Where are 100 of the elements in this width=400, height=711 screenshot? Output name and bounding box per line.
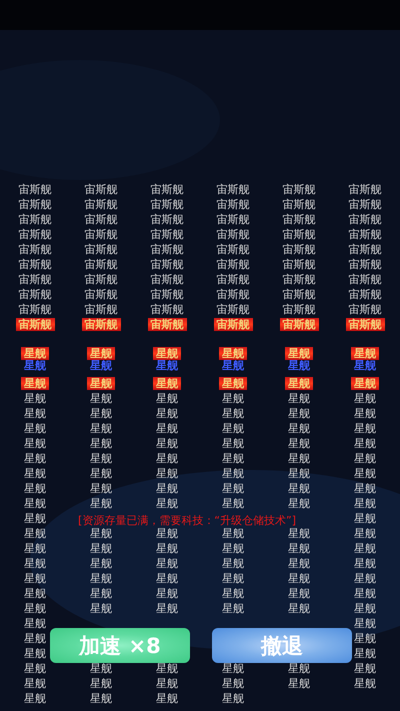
ship-label: 宙斯舰: [348, 288, 382, 301]
ship-label: 星舰: [354, 542, 376, 555]
ship-label: 星舰: [90, 527, 112, 540]
ship-label: 宙斯舰: [150, 228, 184, 241]
ship-label: 星舰: [354, 482, 376, 495]
ship-label: 宙斯舰: [280, 318, 318, 331]
ship-label: 宙斯舰: [84, 258, 118, 271]
ship-label: 星舰: [24, 527, 46, 540]
ship-label: 宙斯舰: [150, 258, 184, 271]
ship-label: 宙斯舰: [84, 183, 118, 196]
ship-label: 星舰: [222, 359, 244, 372]
ship-label: 星舰: [24, 437, 46, 450]
ship-label: 星舰: [156, 407, 178, 420]
ship-label: 星舰: [156, 587, 178, 600]
ship-label: 宙斯舰: [348, 258, 382, 271]
ship-label: 星舰: [288, 437, 310, 450]
ship-label: 星舰: [222, 497, 244, 510]
ship-label: 星舰: [24, 632, 46, 645]
ship-label: 宙斯舰: [348, 198, 382, 211]
ship-label: 宙斯舰: [216, 258, 250, 271]
ship-label: 宙斯舰: [84, 273, 118, 286]
ship-label: 星舰: [90, 602, 112, 615]
ship-label: 宙斯舰: [346, 318, 384, 331]
ship-label: 星舰: [288, 587, 310, 600]
ship-label: 宙斯舰: [282, 288, 316, 301]
ship-label: 星舰: [354, 647, 376, 660]
ship-label: 星舰: [285, 347, 313, 360]
ship-label: 星舰: [222, 602, 244, 615]
ship-label: 星舰: [90, 662, 112, 675]
ship-label: 星舰: [156, 677, 178, 690]
ship-label: 宙斯舰: [216, 303, 250, 316]
ship-label: 星舰: [156, 497, 178, 510]
ship-label: 星舰: [90, 392, 112, 405]
ship-label: 星舰: [90, 677, 112, 690]
ship-label: 星舰: [354, 422, 376, 435]
ship-label: 星舰: [354, 662, 376, 675]
ship-label: 宙斯舰: [216, 243, 250, 256]
ship-label: 星舰: [222, 482, 244, 495]
ship-label: 星舰: [354, 467, 376, 480]
ship-label: 宙斯舰: [18, 258, 52, 271]
ship-label: 星舰: [354, 452, 376, 465]
ship-label: 星舰: [90, 359, 112, 372]
ship-label: 星舰: [288, 572, 310, 585]
ship-label: 星舰: [288, 392, 310, 405]
ship-label: 宙斯舰: [150, 213, 184, 226]
ship-label: 宙斯舰: [84, 303, 118, 316]
ship-label: 宙斯舰: [84, 243, 118, 256]
ship-label: 星舰: [222, 557, 244, 570]
ship-label: 星舰: [222, 452, 244, 465]
ship-label: 星舰: [288, 497, 310, 510]
ship-label: 星舰: [354, 437, 376, 450]
ship-label: 星舰: [222, 392, 244, 405]
speed-up-button[interactable]: 加速 ×8: [50, 628, 190, 663]
ship-label: 宙斯舰: [348, 273, 382, 286]
ship-label: 星舰: [222, 587, 244, 600]
ship-label: 星舰: [24, 467, 46, 480]
ship-label: 星舰: [156, 467, 178, 480]
ship-label: 星舰: [354, 602, 376, 615]
ship-label: 星舰: [90, 587, 112, 600]
ship-label: 星舰: [24, 677, 46, 690]
ship-label: 星舰: [156, 662, 178, 675]
ship-label: 宙斯舰: [150, 198, 184, 211]
ship-label: 宙斯舰: [348, 228, 382, 241]
ship-label: 星舰: [219, 347, 247, 360]
ship-label: 星舰: [222, 662, 244, 675]
ship-label: 星舰: [156, 359, 178, 372]
ship-label: 星舰: [87, 347, 115, 360]
ship-label: 星舰: [354, 497, 376, 510]
ship-label: 星舰: [24, 602, 46, 615]
ship-label: 星舰: [354, 572, 376, 585]
ship-label: 宙斯舰: [216, 228, 250, 241]
status-message: [资源存量已满，需要科技：“升级仓储技术”]: [78, 514, 296, 527]
ship-label: 星舰: [24, 692, 46, 705]
ship-label: 星舰: [156, 422, 178, 435]
ship-label: 宙斯舰: [282, 228, 316, 241]
ship-label: 星舰: [354, 512, 376, 525]
ship-label: 宙斯舰: [348, 243, 382, 256]
ship-label: 星舰: [156, 572, 178, 585]
ship-label: 星舰: [156, 692, 178, 705]
ship-label: 星舰: [156, 437, 178, 450]
ship-label: 星舰: [288, 662, 310, 675]
ship-label: 星舰: [156, 557, 178, 570]
retreat-button[interactable]: 撤退: [212, 628, 352, 663]
ship-label: 星舰: [222, 422, 244, 435]
ship-label: 宙斯舰: [148, 318, 186, 331]
ship-label: 星舰: [222, 407, 244, 420]
ship-label: 星舰: [354, 527, 376, 540]
ship-label: 宙斯舰: [150, 183, 184, 196]
ship-label: 星舰: [24, 587, 46, 600]
ship-label: 星舰: [87, 377, 115, 390]
ship-label: 星舰: [90, 407, 112, 420]
ship-label: 星舰: [156, 542, 178, 555]
ship-label: 星舰: [354, 632, 376, 645]
ship-label: 星舰: [288, 602, 310, 615]
ship-label: 星舰: [24, 497, 46, 510]
ship-label: 星舰: [156, 392, 178, 405]
ship-label: 星舰: [90, 692, 112, 705]
ship-label: 星舰: [21, 377, 49, 390]
ship-label: 星舰: [24, 512, 46, 525]
ship-label: 星舰: [153, 347, 181, 360]
